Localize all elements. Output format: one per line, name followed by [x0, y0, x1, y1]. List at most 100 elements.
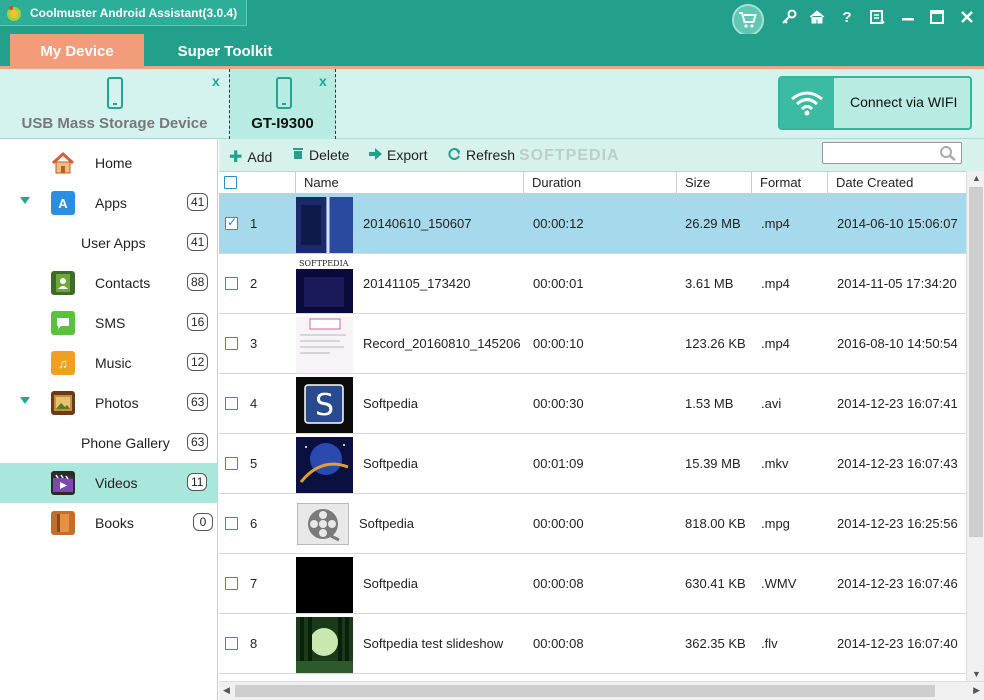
video-size: 1.53 MB: [685, 396, 734, 411]
video-date: 2014-12-23 16:07:46: [837, 576, 958, 591]
video-thumbnail: SOFTPEDIA: [296, 257, 353, 313]
scroll-up-icon[interactable]: ▲: [972, 173, 981, 183]
sidebar-item-label: SMS: [95, 315, 126, 331]
row-checkbox[interactable]: [225, 577, 238, 590]
device-usb-mass-storage[interactable]: x USB Mass Storage Device: [0, 69, 229, 139]
delete-label: Delete: [309, 147, 350, 163]
table-row[interactable]: 5 Softpedia 00:01:09 15.39 MB .mkv 2014-…: [219, 434, 967, 494]
row-checkbox[interactable]: [225, 637, 238, 650]
video-size: 15.39 MB: [685, 456, 741, 471]
video-duration: 00:00:10: [533, 336, 584, 351]
row-number: 4: [250, 396, 258, 411]
sidebar-item-phone-gallery[interactable]: Phone Gallery 63: [0, 423, 217, 463]
help-icon[interactable]: ?: [836, 6, 858, 28]
sidebar-item-videos[interactable]: Videos 11: [0, 463, 217, 503]
refresh-label: Refresh: [466, 147, 516, 163]
video-name: Softpedia test slideshow: [363, 636, 504, 651]
table-header: Name Duration Size Format Date Created: [219, 171, 967, 194]
sidebar-item-photos[interactable]: Photos 63: [0, 383, 217, 423]
device-gt-i9300[interactable]: x GT-I9300: [229, 69, 336, 139]
row-checkbox[interactable]: [225, 397, 238, 410]
export-button[interactable]: Export: [368, 147, 427, 163]
table-row[interactable]: 8 Softpedia test slideshow 00:00:08 362.…: [219, 614, 967, 674]
add-button[interactable]: ✚ Add: [229, 147, 272, 167]
table-row[interactable]: 6 Softpedia 00:00:00 818.00 KB .mpg 2014…: [219, 494, 967, 554]
column-header-format[interactable]: Format: [752, 172, 828, 194]
photos-icon: [51, 391, 75, 415]
close-icon[interactable]: [956, 6, 978, 28]
tab-my-device[interactable]: My Device: [10, 34, 144, 68]
refresh-button[interactable]: Refresh: [448, 147, 515, 163]
count-badge: 11: [187, 473, 208, 491]
row-checkbox[interactable]: [225, 517, 238, 530]
apps-icon: A: [51, 191, 75, 215]
row-checkbox[interactable]: [225, 215, 238, 230]
device-close-icon[interactable]: x: [319, 73, 327, 89]
count-badge: 41: [187, 233, 209, 251]
horizontal-scrollbar[interactable]: ◀ ▶: [219, 681, 984, 700]
export-label: Export: [387, 147, 428, 163]
sidebar-item-home[interactable]: Home: [0, 143, 217, 183]
video-thumbnail: [296, 557, 353, 613]
table-row[interactable]: 4 S Softpedia 00:00:30 1.53 MB .avi 2014…: [219, 374, 967, 434]
scroll-left-icon[interactable]: ◀: [223, 685, 230, 696]
video-duration: 00:00:00: [533, 516, 584, 531]
contacts-icon: [51, 271, 75, 295]
scroll-right-icon[interactable]: ▶: [973, 685, 980, 696]
table-row[interactable]: 2 SOFTPEDIA 20141105_173420 00:00:01 3.6…: [219, 254, 967, 314]
vertical-scroll-thumb[interactable]: [969, 187, 983, 537]
video-thumbnail: [296, 317, 353, 373]
books-icon: [51, 511, 75, 535]
row-number: 6: [250, 516, 258, 531]
sms-icon: [51, 311, 75, 335]
scroll-down-icon[interactable]: ▼: [972, 669, 981, 679]
title-bar: Coolmuster Android Assistant(3.0.4) ?: [0, 0, 984, 36]
row-number: 5: [250, 456, 258, 471]
home-icon[interactable]: [806, 6, 828, 28]
video-name: Softpedia: [363, 576, 418, 591]
row-checkbox[interactable]: [225, 277, 238, 290]
tab-super-toolkit[interactable]: Super Toolkit: [158, 34, 292, 68]
sidebar-item-label: Music: [95, 355, 132, 371]
cart-icon[interactable]: [732, 4, 764, 36]
column-header-name[interactable]: Name: [296, 172, 524, 194]
delete-button[interactable]: Delete: [292, 147, 349, 163]
column-header-size[interactable]: Size: [677, 172, 752, 194]
sidebar-item-contacts[interactable]: Contacts 88: [0, 263, 217, 303]
sidebar-item-sms[interactable]: SMS 16: [0, 303, 217, 343]
horizontal-scroll-thumb[interactable]: [235, 685, 935, 697]
video-date: 2014-12-23 16:25:56: [837, 516, 958, 531]
row-checkbox[interactable]: [225, 337, 238, 350]
table-row[interactable]: 7 Softpedia 00:00:08 630.41 KB .WMV 2014…: [219, 554, 967, 614]
table-row[interactable]: 3 Record_20160810_145206 00:00:10 123.26…: [219, 314, 967, 374]
softpedia-watermark: SOFTPEDIA: [519, 147, 620, 164]
expand-arrow-icon[interactable]: [20, 197, 30, 204]
maximize-icon[interactable]: [926, 6, 948, 28]
count-badge: 88: [187, 273, 209, 291]
search-icon[interactable]: [939, 145, 957, 161]
vertical-scrollbar[interactable]: ▲ ▼: [966, 171, 984, 681]
device-bar: x USB Mass Storage Device x GT-I9300 Con…: [0, 69, 984, 139]
video-format: .mkv: [761, 456, 789, 471]
video-thumbnail: [296, 197, 353, 253]
sidebar-item-user-apps[interactable]: User Apps 41: [0, 223, 217, 263]
key-icon[interactable]: [778, 6, 800, 28]
select-all-checkbox[interactable]: [224, 176, 237, 189]
device-close-icon[interactable]: x: [212, 73, 220, 89]
sidebar-item-books[interactable]: Books 0: [0, 503, 217, 543]
video-thumbnail: [296, 437, 353, 493]
video-format: .flv: [761, 636, 778, 651]
videos-icon: [51, 471, 75, 495]
connect-via-wifi-button[interactable]: Connect via WIFI: [778, 76, 972, 130]
row-checkbox[interactable]: [225, 457, 238, 470]
video-reel-icon: [297, 503, 349, 545]
expand-arrow-icon[interactable]: [20, 397, 30, 404]
minimize-icon[interactable]: [897, 6, 919, 28]
sidebar-item-apps[interactable]: A Apps 41: [0, 183, 217, 223]
table-row[interactable]: 1 20140610_150607 00:00:12 26.29 MB .mp4…: [219, 194, 967, 254]
search-input[interactable]: [822, 142, 962, 164]
feedback-icon[interactable]: [866, 6, 888, 28]
column-header-date-created[interactable]: Date Created: [828, 172, 967, 194]
column-header-duration[interactable]: Duration: [524, 172, 677, 194]
sidebar-item-music[interactable]: ♫ Music 12: [0, 343, 217, 383]
